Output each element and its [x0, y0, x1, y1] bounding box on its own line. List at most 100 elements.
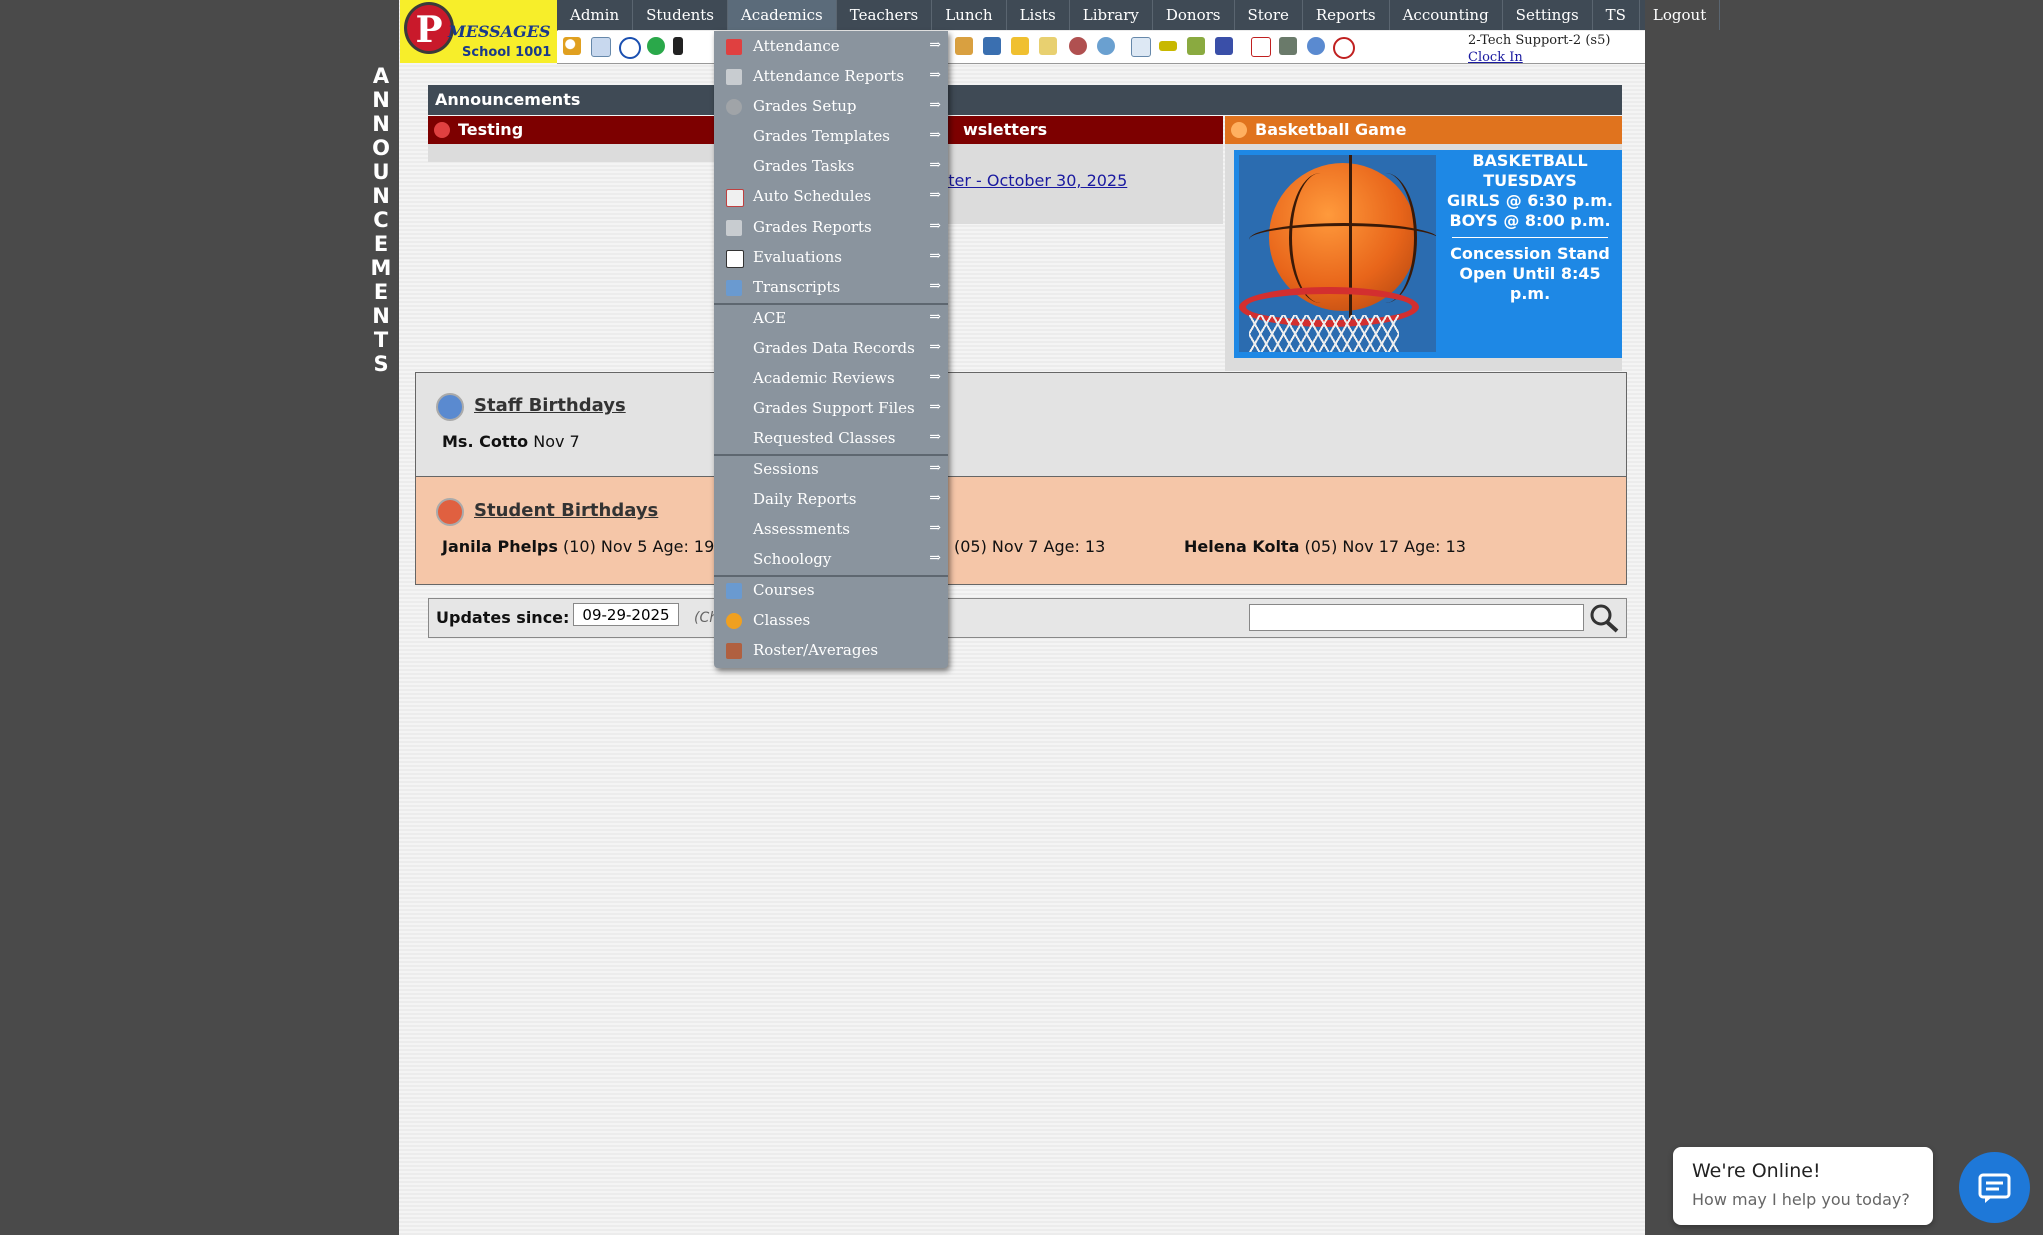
newsletter-link[interactable]: tter - October 30, 2025 [942, 171, 1127, 190]
printer-icon[interactable] [1187, 37, 1205, 55]
menu-item-attendance[interactable]: Attendance ⇒ [714, 32, 948, 62]
phone-icon[interactable] [673, 37, 683, 55]
updates-date-input[interactable]: 09-29-2025 [573, 603, 679, 626]
student-birthday-entry: (05) Nov 7 Age: 13 [954, 537, 1106, 556]
menu-item-grades-support-files[interactable]: Grades Support Files ⇒ [714, 394, 948, 424]
bell-icon[interactable] [1011, 37, 1029, 55]
email-icon[interactable] [619, 37, 641, 59]
accounts-payable-icon[interactable] [1215, 37, 1233, 55]
menu-item-courses[interactable]: Courses [714, 576, 948, 606]
student-birthday-entry: Helena Kolta (05) Nov 17 Age: 13 [1184, 537, 1466, 556]
menu-item-transcripts[interactable]: Transcripts ⇒ [714, 273, 948, 303]
main-nav: Admin Students Academics Teachers Lunch … [557, 0, 1721, 30]
announcements-vertical-label: ANNOUNCEMENTS [370, 64, 392, 376]
search-icon[interactable] [1588, 603, 1620, 633]
nav-settings[interactable]: Settings [1503, 0, 1593, 30]
calendar-icon [726, 39, 742, 55]
nav-lunch[interactable]: Lunch [932, 0, 1007, 30]
book-icon[interactable] [983, 37, 1001, 55]
basketball-header[interactable]: Basketball Game [1225, 116, 1622, 144]
chat-subtitle: How may I help you today? [1692, 1190, 1910, 1209]
menu-item-classes[interactable]: Classes [714, 606, 948, 636]
menu-item-evaluations[interactable]: Evaluations ⇒ [714, 243, 948, 273]
lunch-icon[interactable] [955, 37, 973, 55]
academics-dropdown-menu: Attendance ⇒ Attendance Reports ⇒ Grades S… [714, 31, 948, 668]
menu-item-auto-schedules[interactable]: Auto Schedules ⇒ [714, 182, 948, 212]
announcement-icon [434, 122, 450, 138]
app-logo[interactable]: P MESSAGES School 1001 [400, 0, 558, 63]
nav-students[interactable]: Students [633, 0, 728, 30]
nav-academics[interactable]: Academics [727, 0, 837, 30]
hoop-net [1249, 315, 1399, 352]
menu-item-grades-reports[interactable]: Grades Reports ⇒ [714, 213, 948, 243]
grid-icon[interactable] [1131, 37, 1151, 57]
search-icon[interactable] [563, 37, 581, 55]
testing-body [428, 144, 733, 162]
chat-icon [1978, 1173, 2011, 1203]
cake-icon [436, 498, 464, 526]
menu-item-grades-setup[interactable]: Grades Setup ⇒ [714, 92, 948, 122]
power-icon[interactable] [1333, 37, 1355, 59]
student-birthdays-title[interactable]: Student Birthdays [474, 500, 658, 521]
ticket-icon[interactable] [1159, 41, 1177, 51]
chat-title: We're Online! [1692, 1160, 1821, 1182]
nav-reports[interactable]: Reports [1303, 0, 1390, 30]
cake-icon [436, 393, 464, 421]
announcements-header: Announcements [428, 85, 1622, 115]
printer-icon [726, 69, 742, 85]
schedule-icon [726, 189, 744, 207]
menu-item-ace[interactable]: ACE ⇒ [714, 304, 948, 334]
nav-logout[interactable]: Logout [1640, 0, 1721, 30]
logo-mark: P [404, 2, 454, 54]
nav-donors[interactable]: Donors [1153, 0, 1235, 30]
roster-icon [726, 643, 742, 659]
search-input[interactable] [1249, 604, 1584, 631]
user-name: 2-Tech Support-2 (s5) [1468, 33, 1611, 48]
student-birthdays-panel: Student Birthdays Janila Phelps (10) Nov… [415, 477, 1627, 585]
menu-item-assessments[interactable]: Assessments ⇒ [714, 515, 948, 545]
menu-item-sessions[interactable]: Sessions ⇒ [714, 455, 948, 485]
menu-item-requested-classes[interactable]: Requested Classes ⇒ [714, 424, 948, 454]
document-icon [726, 280, 742, 296]
chat-bubble[interactable] [1673, 1147, 1933, 1225]
help-icon[interactable] [1307, 37, 1325, 55]
mail-icon[interactable] [1039, 37, 1057, 55]
menu-item-grades-templates[interactable]: Grades Templates ⇒ [714, 122, 948, 152]
logo-school: School 1001 [462, 45, 552, 60]
nav-teachers[interactable]: Teachers [837, 0, 933, 30]
menu-item-daily-reports[interactable]: Daily Reports ⇒ [714, 485, 948, 515]
updates-label: Updates since: [436, 608, 570, 627]
staff-birthday-entry: Ms. Cotto Nov 7 [442, 432, 580, 451]
basketball-text: BASKETBALL TUESDAYS GIRLS @ 6:30 p.m. BO… [1447, 151, 1613, 303]
menu-item-schoology[interactable]: Schoology ⇒ [714, 545, 948, 575]
chat-icon[interactable] [647, 37, 665, 55]
person-icon [726, 613, 742, 629]
logo-name: MESSAGES [448, 22, 551, 41]
menu-item-roster-averages[interactable]: Roster/Averages [714, 636, 948, 666]
basketball-image [1239, 155, 1436, 352]
gear-icon [726, 99, 742, 115]
pdf-icon[interactable] [1251, 37, 1271, 57]
nav-accounting[interactable]: Accounting [1390, 0, 1503, 30]
chat-launcher-button[interactable] [1959, 1152, 2030, 1223]
student-birthday-entry: Janila Phelps (10) Nov 5 Age: 19 [442, 537, 715, 556]
checkbox-icon [726, 250, 744, 268]
nav-admin[interactable]: Admin [557, 0, 634, 30]
people-icon[interactable] [1069, 37, 1087, 55]
printer-icon [726, 220, 742, 236]
announcement-icon [1231, 122, 1247, 138]
nav-ts[interactable]: TS [1593, 0, 1640, 30]
menu-item-grades-data-records[interactable]: Grades Data Records ⇒ [714, 334, 948, 364]
nav-store[interactable]: Store [1235, 0, 1303, 30]
clock-in-link[interactable]: Clock In [1468, 50, 1523, 65]
staff-birthdays-title[interactable]: Staff Birthdays [474, 395, 626, 416]
money-icon[interactable] [1279, 37, 1297, 55]
menu-item-grades-tasks[interactable]: Grades Tasks ⇒ [714, 152, 948, 182]
nav-lists[interactable]: Lists [1007, 0, 1070, 30]
nav-library[interactable]: Library [1070, 0, 1153, 30]
staff-birthdays-panel: Staff Birthdays Ms. Cotto Nov 7 [415, 372, 1627, 477]
menu-item-academic-reviews[interactable]: Academic Reviews ⇒ [714, 364, 948, 394]
calendar-icon[interactable] [591, 37, 611, 57]
clock-icon[interactable] [1097, 37, 1115, 55]
menu-item-attendance-reports[interactable]: Attendance Reports ⇒ [714, 62, 948, 92]
